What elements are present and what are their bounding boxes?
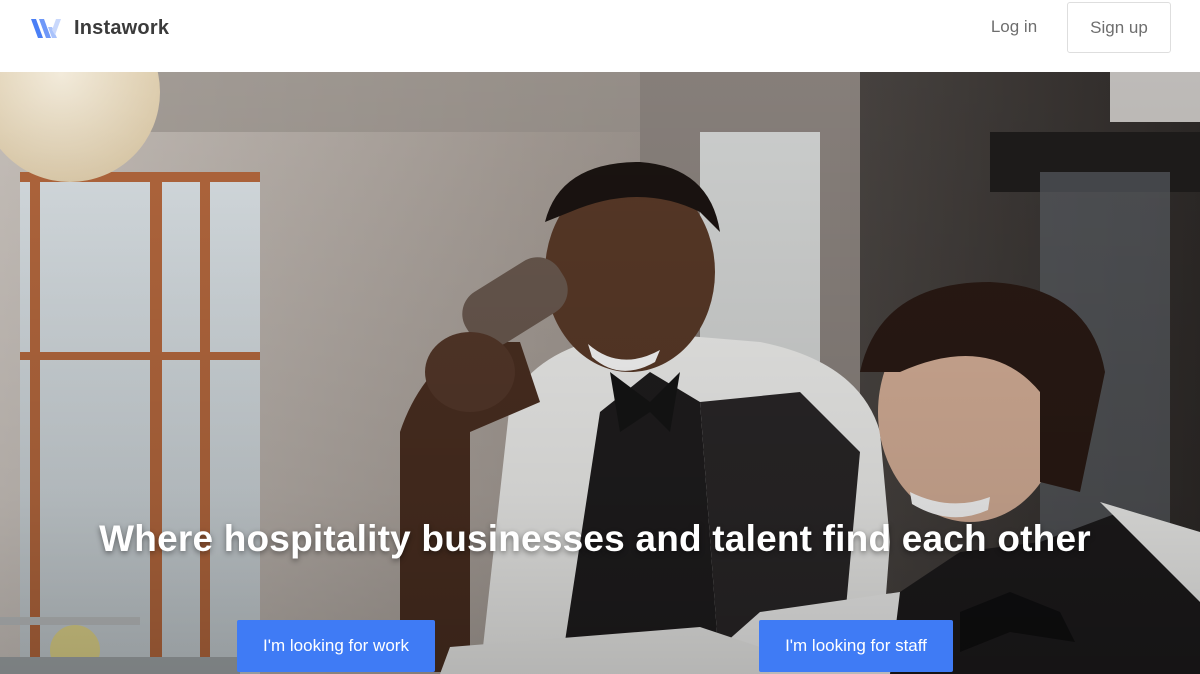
instawork-logo-icon <box>31 19 61 38</box>
brand-name: Instawork <box>74 16 170 39</box>
signup-button[interactable]: Sign up <box>1067 2 1171 53</box>
home-logo-link[interactable]: Instawork <box>30 13 169 43</box>
hero-title: Where hospitality businesses and talent … <box>99 518 1091 559</box>
hero-section: Where hospitality businesses and talent … <box>0 72 1200 674</box>
looking-for-staff-button[interactable]: I'm looking for staff <box>759 620 953 672</box>
looking-for-work-button[interactable]: I'm looking for work <box>237 620 435 672</box>
hero-photo-bartenders <box>0 72 1200 674</box>
login-link[interactable]: Log in <box>980 16 1048 38</box>
top-navigation: Instawork Log in Sign up <box>0 0 1200 72</box>
